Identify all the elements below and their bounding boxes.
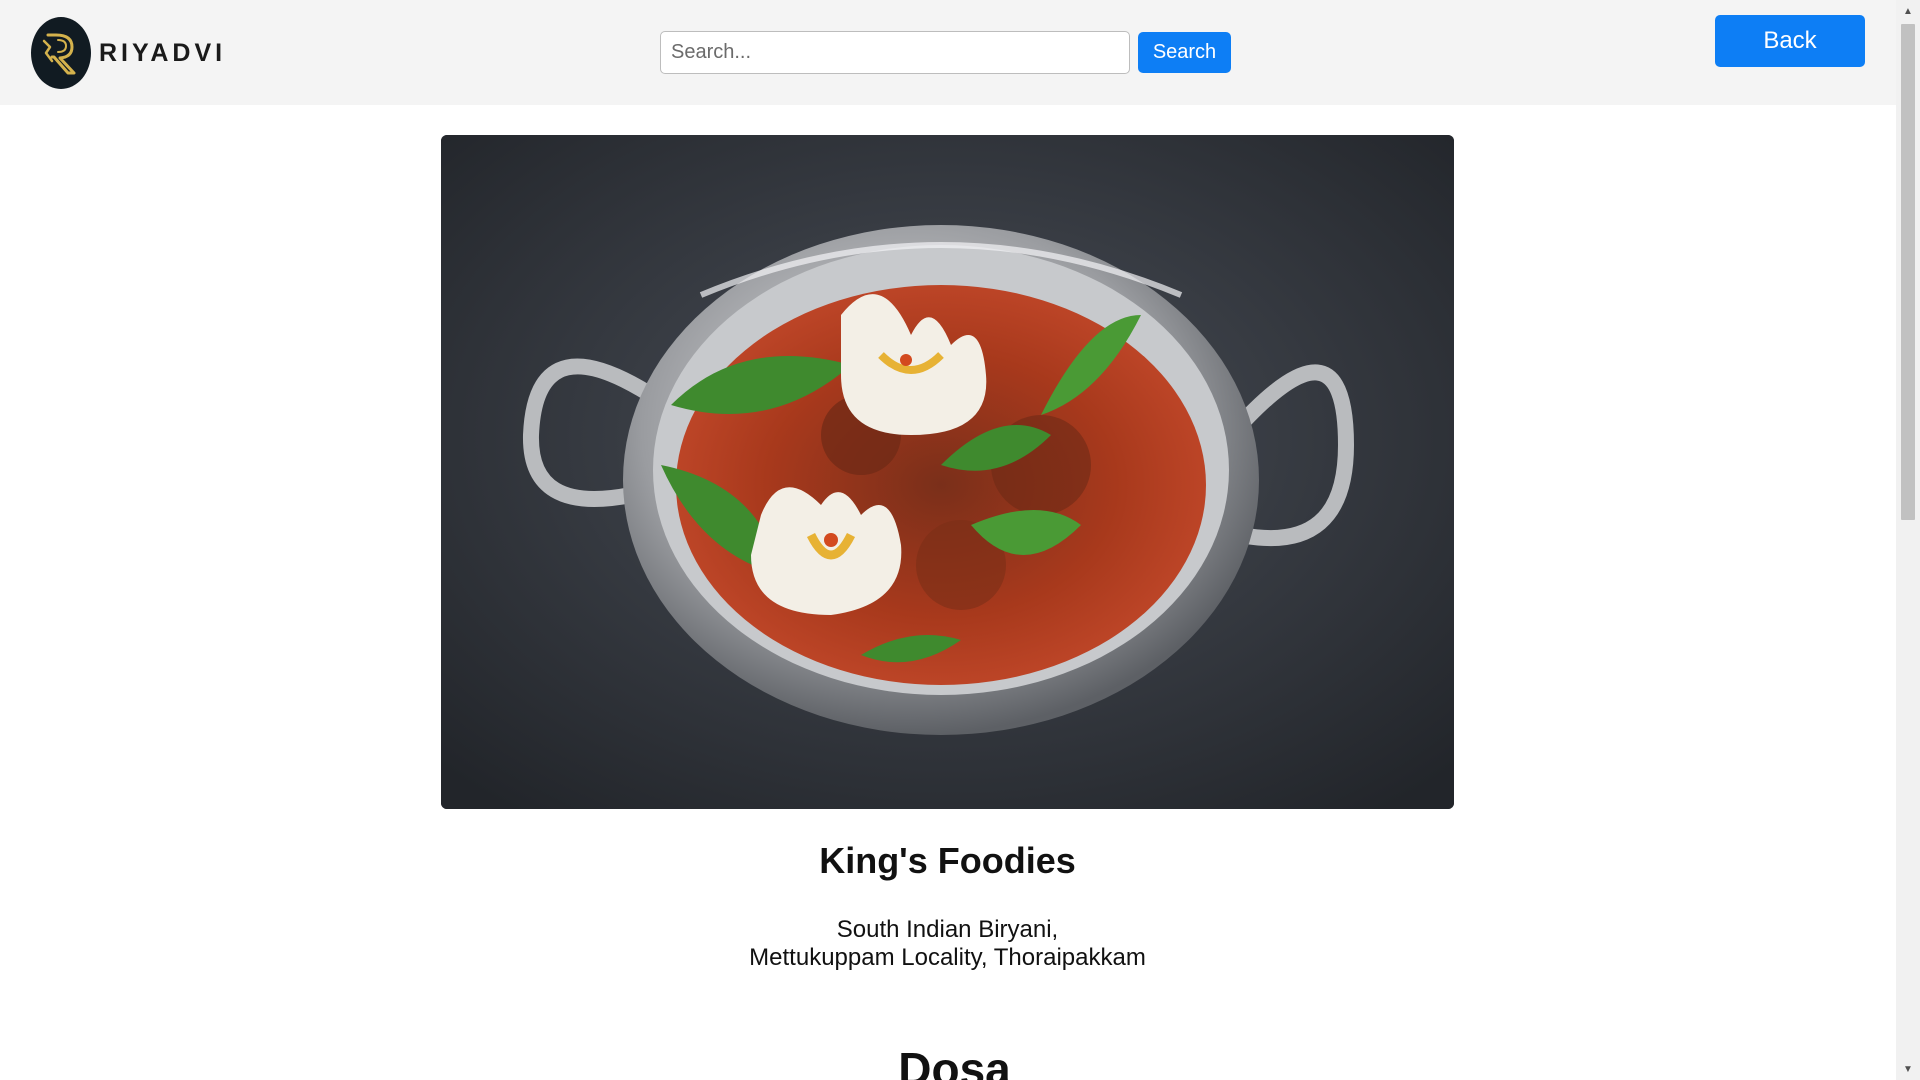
riyadvi-logo-icon (31, 17, 91, 89)
scrollbar-thumb[interactable] (1901, 24, 1915, 520)
restaurant-cuisine: South Indian Biryani, (836, 916, 1059, 943)
search-input[interactable] (660, 31, 1130, 74)
scroll-down-arrow-icon[interactable]: ▼ (1896, 1060, 1920, 1078)
search-button[interactable]: Search (1138, 32, 1231, 73)
restaurant-locality: Mettukuppam Locality, Thoraipakkam (749, 944, 1146, 971)
back-button[interactable]: Back (1715, 15, 1865, 67)
page: RIYADVI Search Back (0, 0, 1920, 1080)
scroll-up-arrow-icon[interactable]: ▲ (1896, 2, 1920, 20)
menu-section-heading: Dosa (898, 1043, 1011, 1080)
restaurant-name: King's Foodies (819, 840, 1076, 881)
brand-logo[interactable]: RIYADVI (31, 17, 226, 89)
top-header: RIYADVI Search Back (0, 0, 1896, 105)
vertical-scrollbar[interactable]: ▲ ▼ (1896, 0, 1920, 1080)
restaurant-hero-image (441, 135, 1454, 809)
brand-name: RIYADVI (99, 38, 227, 67)
